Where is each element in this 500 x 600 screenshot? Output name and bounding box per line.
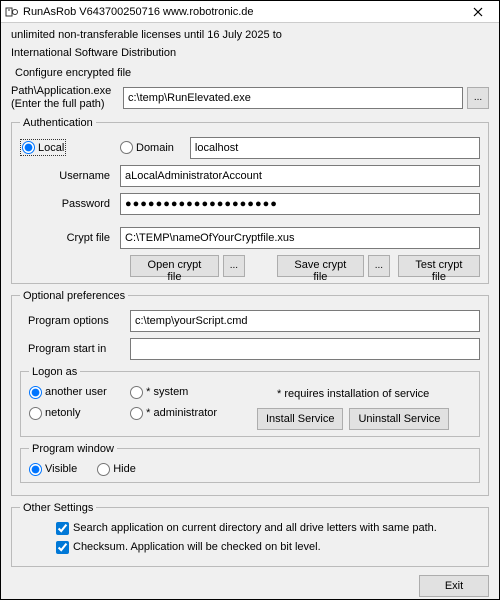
- open-cryptfile-button[interactable]: Open crypt file: [130, 255, 219, 277]
- open-cryptfile-browse[interactable]: ...: [223, 255, 245, 277]
- path-label: Path\Application.exe (Enter the full pat…: [11, 85, 121, 111]
- local-radio[interactable]: Local: [22, 141, 64, 154]
- username-label: Username: [20, 170, 120, 182]
- cryptfile-input[interactable]: [120, 227, 480, 249]
- auth-legend: Authentication: [20, 117, 96, 129]
- domain-radio[interactable]: Domain: [120, 141, 174, 154]
- cryptfile-label: Crypt file: [20, 232, 120, 244]
- hide-radio[interactable]: Hide: [97, 463, 136, 476]
- test-cryptfile-button[interactable]: Test crypt file: [398, 255, 480, 277]
- another-user-radio[interactable]: another user: [29, 386, 124, 399]
- other-fieldset: Other Settings Search application on cur…: [11, 502, 489, 567]
- program-window-fieldset: Program window Visible Hide: [20, 443, 480, 483]
- path-browse-button[interactable]: ...: [467, 87, 489, 109]
- optional-fieldset: Optional preferences Program options Pro…: [11, 290, 489, 496]
- path-row: Path\Application.exe (Enter the full pat…: [11, 85, 489, 111]
- save-cryptfile-browse[interactable]: ...: [368, 255, 390, 277]
- install-service-button[interactable]: Install Service: [257, 408, 343, 430]
- app-icon: [5, 5, 19, 19]
- uninstall-service-button[interactable]: Uninstall Service: [349, 408, 449, 430]
- username-input[interactable]: [120, 165, 480, 187]
- startin-label: Program start in: [20, 343, 130, 355]
- exit-button[interactable]: Exit: [419, 575, 489, 597]
- options-input[interactable]: [130, 310, 480, 332]
- other-legend: Other Settings: [20, 502, 96, 514]
- titlebar: RunAsRob V643700250716 www.robotronic.de: [1, 1, 499, 23]
- logon-fieldset: Logon as another user * system netonly *…: [20, 366, 480, 437]
- configure-label: Configure encrypted file: [15, 67, 489, 79]
- administrator-radio[interactable]: * administrator: [130, 407, 225, 420]
- optional-legend: Optional preferences: [20, 290, 128, 302]
- license-line2: International Software Distribution: [11, 47, 489, 61]
- host-input[interactable]: [190, 137, 480, 159]
- logon-legend: Logon as: [29, 366, 80, 378]
- license-line1: unlimited non-transferable licenses unti…: [11, 29, 489, 43]
- netonly-radio[interactable]: netonly: [29, 407, 124, 420]
- password-label: Password: [20, 198, 120, 210]
- checksum-checkbox[interactable]: Checksum. Application will be checked on…: [56, 541, 480, 554]
- system-radio[interactable]: * system: [130, 386, 225, 399]
- requires-label: * requires installation of service: [235, 388, 471, 400]
- close-button[interactable]: [461, 2, 495, 22]
- window-title: RunAsRob V643700250716 www.robotronic.de: [23, 6, 461, 18]
- auth-fieldset: Authentication Local Domain Username Pas…: [11, 117, 489, 284]
- footer: Exit: [11, 573, 489, 597]
- startin-input[interactable]: [130, 338, 480, 360]
- password-input[interactable]: [120, 193, 480, 215]
- path-input[interactable]: [123, 87, 463, 109]
- visible-radio[interactable]: Visible: [29, 463, 77, 476]
- save-cryptfile-button[interactable]: Save crypt file: [277, 255, 364, 277]
- program-window-legend: Program window: [29, 443, 117, 455]
- search-checkbox[interactable]: Search application on current directory …: [56, 522, 480, 535]
- options-label: Program options: [20, 315, 130, 327]
